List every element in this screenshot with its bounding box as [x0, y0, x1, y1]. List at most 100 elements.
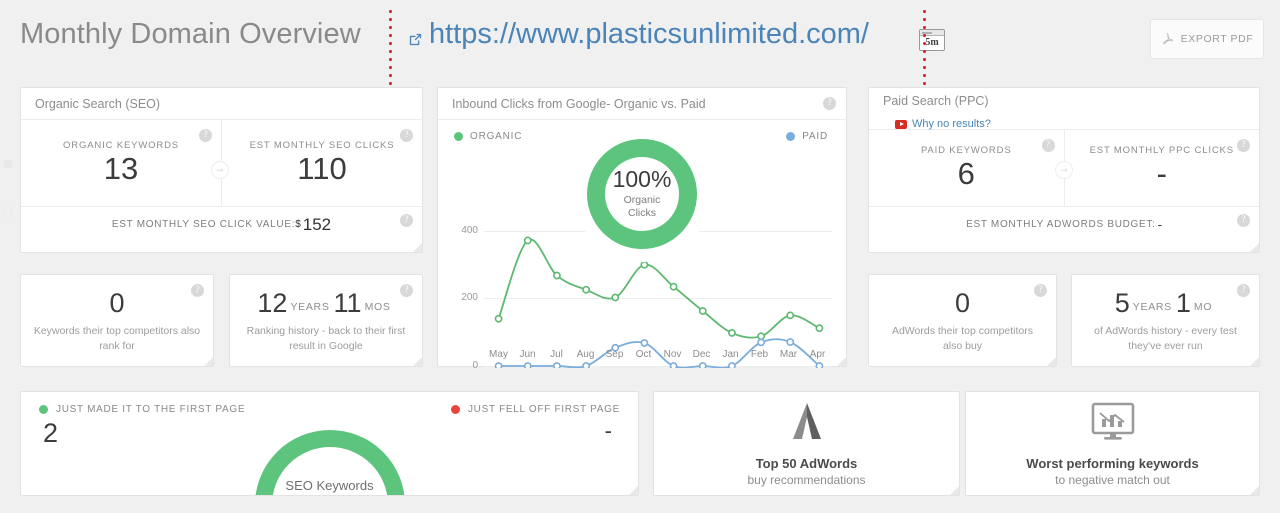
xlabel: Oct: [635, 349, 652, 360]
data-point[interactable]: [553, 362, 561, 368]
seo-competitor-keywords-description: Keywords their top competitors also rank…: [33, 325, 201, 352]
xlabel: Jun: [519, 349, 536, 360]
help-icon[interactable]: ?: [1237, 284, 1250, 297]
ranking-history-card[interactable]: ? 12 YEARS 11 MOS Ranking history - back to…: [229, 274, 423, 367]
help-icon[interactable]: ?: [400, 284, 413, 297]
data-point[interactable]: [757, 338, 765, 347]
page-title: Monthly Domain Overview: [20, 18, 361, 50]
data-point[interactable]: [494, 362, 503, 368]
first-page-gain-label: JUST MADE IT TO THE FIRST PAGE: [56, 404, 246, 415]
adwords-budget-label: EST MONTHLY ADWORDS BUDGET:: [966, 219, 1156, 230]
data-point[interactable]: [786, 311, 795, 320]
donut-center: 100% Organic Clicks: [605, 157, 679, 231]
seo-clicks-metric[interactable]: ? EST MONTHLY SEO CLICKS 110: [221, 120, 422, 206]
arrow-right-circle-icon: ➞: [1055, 161, 1073, 179]
seo-competitor-keywords-card[interactable]: ? 0 Keywords their top competitors also …: [20, 274, 214, 367]
data-point[interactable]: [553, 271, 561, 280]
help-icon[interactable]: ?: [1237, 139, 1250, 152]
adwords-history-card[interactable]: ? 5 YEARS 1 MO of AdWords history - every t…: [1071, 274, 1260, 367]
help-icon[interactable]: ?: [191, 284, 204, 297]
seo-click-value-row[interactable]: EST MONTHLY SEO CLICK VALUE: $152 ?: [21, 206, 422, 242]
data-point[interactable]: [815, 324, 824, 333]
organic-share-donut: 100% Organic Clicks: [579, 131, 705, 257]
help-icon[interactable]: ?: [1237, 214, 1250, 227]
worst-keywords-promo[interactable]: Worst performing keywords to negative ma…: [965, 391, 1260, 496]
data-point[interactable]: [669, 362, 678, 368]
legend-paid[interactable]: PAID: [786, 131, 828, 142]
seo-competitor-keywords-value: 0: [109, 288, 125, 319]
legend-dot-organic: [454, 132, 463, 141]
data-point[interactable]: [640, 260, 649, 269]
data-point[interactable]: [669, 282, 678, 291]
data-point[interactable]: [640, 339, 649, 347]
top-50-adwords-title: Top 50 AdWords: [755, 455, 858, 471]
worst-keywords-title: Worst performing keywords: [1026, 455, 1199, 471]
adwords-budget-row[interactable]: EST MONTHLY ADWORDS BUDGET: - ?: [869, 206, 1259, 242]
adwords-history-value: 5 YEARS 1 MO: [1115, 288, 1217, 319]
xlabel: Feb: [750, 349, 769, 360]
organic-panel-title: Organic Search (SEO): [35, 96, 161, 111]
paid-panel-header: Paid Search (PPC) Why no results?: [869, 88, 1259, 130]
paid-keywords-caption: PAID KEYWORDS: [920, 145, 1012, 157]
help-icon[interactable]: ?: [823, 97, 836, 110]
export-pdf-button[interactable]: EXPORT PDF: [1150, 19, 1264, 59]
help-icon[interactable]: ?: [400, 214, 413, 227]
legend-label-organic: ORGANIC: [470, 131, 523, 142]
adwords-history-months-unit: MO: [1193, 301, 1213, 314]
data-point[interactable]: [815, 362, 824, 368]
data-point[interactable]: [582, 362, 590, 368]
edge-artifact-c: [2, 207, 12, 217]
seo-click-value-label: EST MONTHLY SEO CLICK VALUE:: [111, 219, 296, 230]
help-icon[interactable]: ?: [1034, 284, 1047, 297]
why-no-results-label[interactable]: Why no results?: [912, 118, 991, 130]
currency-symbol: $: [295, 219, 301, 230]
help-icon[interactable]: ?: [199, 129, 212, 142]
help-icon[interactable]: ?: [400, 129, 413, 142]
data-point[interactable]: [698, 362, 707, 368]
data-point[interactable]: [494, 314, 503, 323]
organic-keywords-value: 13: [103, 151, 139, 187]
top-50-adwords-promo[interactable]: Top 50 AdWords buy recommendations: [653, 391, 960, 496]
ppc-clicks-value: -: [1156, 156, 1167, 192]
seo-clicks-caption: EST MONTHLY SEO CLICKS: [249, 140, 395, 152]
ppc-clicks-metric[interactable]: ? EST MONTHLY PPC CLICKS -: [1063, 130, 1260, 206]
external-link-icon: [408, 32, 423, 47]
data-point[interactable]: [582, 285, 590, 294]
paid-keywords-metric[interactable]: ? PAID KEYWORDS 6: [869, 130, 1064, 206]
donut-subtitle-line1: Organic: [623, 194, 661, 207]
xlabel: Mar: [779, 349, 798, 360]
ppc-competitor-keywords-card[interactable]: ? 0 AdWords their top competitors also b…: [868, 274, 1057, 367]
organic-metrics-row: ? ORGANIC KEYWORDS 13 ? EST MONTHLY SEO …: [21, 120, 422, 206]
inbound-clicks-chart-panel: Inbound Clicks from Google- Organic vs. …: [437, 87, 847, 371]
ranking-history-years-unit: YEARS: [290, 301, 330, 314]
donut-subtitle-line2: Clicks: [627, 207, 656, 219]
data-point[interactable]: [698, 307, 707, 315]
organic-search-panel: Organic Search (SEO) ? ORGANIC KEYWORDS …: [20, 87, 423, 253]
help-icon[interactable]: ?: [1041, 139, 1055, 152]
data-point[interactable]: [611, 293, 620, 302]
legend-dot-green: [39, 405, 48, 414]
data-point[interactable]: [757, 332, 765, 341]
why-no-results-link[interactable]: Why no results?: [895, 118, 991, 130]
xlabel: Aug: [576, 349, 595, 360]
chart-x-axis-labels: May Jun Jul Aug Sep Oct Nov Dec Jan Feb …: [484, 349, 832, 360]
organic-keywords-metric[interactable]: ? ORGANIC KEYWORDS 13: [21, 120, 221, 206]
seo-clicks-value: 110: [297, 151, 347, 187]
legend-organic[interactable]: ORGANIC: [454, 131, 522, 142]
first-page-loss-label: JUST FELL OFF FIRST PAGE: [467, 404, 620, 415]
adwords-history-years: 5: [1114, 288, 1130, 319]
pdf-icon: [1161, 32, 1174, 46]
first-page-gain-legend: JUST MADE IT TO THE FIRST PAGE: [39, 404, 245, 415]
data-point[interactable]: [786, 338, 795, 346]
data-point[interactable]: [523, 236, 532, 245]
ranking-history-months-unit: MOS: [364, 301, 391, 314]
domain-url-link[interactable]: https://www.plasticsunlimited.com/: [429, 18, 869, 51]
data-point[interactable]: [728, 362, 736, 368]
legend-label-paid: PAID: [802, 131, 828, 142]
data-point[interactable]: [728, 329, 736, 337]
ranking-history-description: Ranking history - back to their first re…: [246, 325, 406, 352]
export-pdf-label: EXPORT PDF: [1180, 33, 1254, 45]
data-point[interactable]: [523, 362, 532, 368]
adwords-history-years-unit: YEARS: [1132, 301, 1172, 314]
donut-subtitle: Organic Clicks: [624, 194, 661, 220]
